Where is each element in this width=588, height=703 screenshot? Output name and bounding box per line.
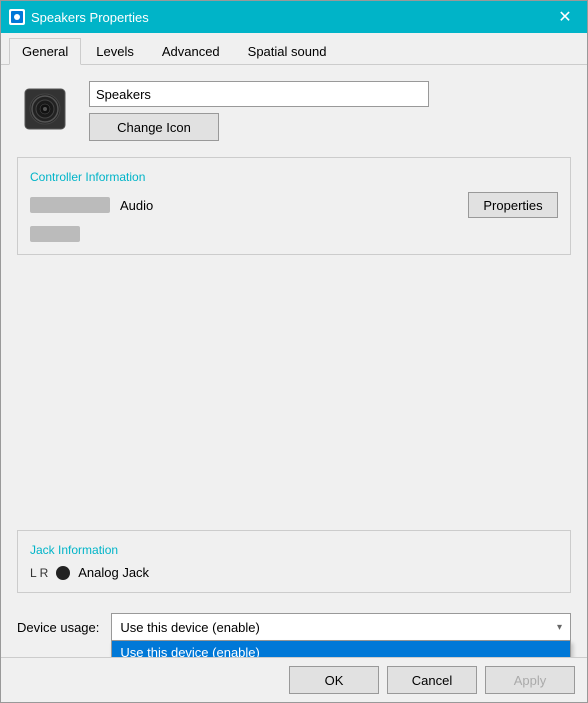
jack-lr-label: L R [30, 566, 48, 580]
properties-button[interactable]: Properties [468, 192, 558, 218]
device-name-input[interactable] [89, 81, 429, 107]
device-usage-label: Device usage: [17, 620, 99, 635]
device-usage-section: Device usage: Use this device (enable) ▾… [17, 605, 571, 641]
window-icon [9, 9, 25, 25]
ok-button[interactable]: OK [289, 666, 379, 694]
jack-info-section: Jack Information L R Analog Jack [17, 530, 571, 593]
audio-label: Audio [120, 198, 153, 213]
controller-left: Audio [30, 197, 153, 213]
jack-row: L R Analog Jack [30, 565, 558, 580]
tab-bar: General Levels Advanced Spatial sound [1, 33, 587, 65]
dropdown-option-enable[interactable]: Use this device (enable) [112, 641, 570, 657]
controller-info-section: Controller Information Audio Properties [17, 157, 571, 255]
close-button[interactable]: ✕ [551, 3, 579, 31]
dropdown-arrow-icon: ▾ [557, 622, 562, 633]
title-bar: Speakers Properties ✕ [1, 1, 587, 33]
device-usage-dropdown-menu: Use this device (enable) Don't use this … [111, 641, 571, 657]
device-icon [17, 81, 73, 137]
apply-button[interactable]: Apply [485, 666, 575, 694]
controller-bar-long [30, 197, 110, 213]
bottom-bar: OK Cancel Apply [1, 657, 587, 702]
content-area: Change Icon Controller Information Audio… [1, 65, 587, 657]
spacer-area [17, 267, 571, 530]
device-usage-dropdown[interactable]: Use this device (enable) ▾ [111, 613, 571, 641]
speakers-properties-window: Speakers Properties ✕ General Levels Adv… [0, 0, 588, 703]
device-header: Change Icon [17, 81, 571, 141]
tab-spatial-sound[interactable]: Spatial sound [235, 38, 340, 65]
change-icon-button[interactable]: Change Icon [89, 113, 219, 141]
jack-info-label: Jack Information [30, 543, 558, 557]
controller-bar-short [30, 226, 80, 242]
device-usage-dropdown-wrapper: Use this device (enable) ▾ Use this devi… [111, 613, 571, 641]
controller-info-label: Controller Information [30, 170, 558, 184]
device-usage-row: Device usage: Use this device (enable) ▾… [17, 613, 571, 641]
controller-row: Audio Properties [30, 192, 558, 218]
device-usage-selected: Use this device (enable) [120, 620, 259, 635]
tab-advanced[interactable]: Advanced [149, 38, 233, 65]
device-name-section: Change Icon [89, 81, 571, 141]
tab-general[interactable]: General [9, 38, 81, 65]
jack-dot [56, 566, 70, 580]
cancel-button[interactable]: Cancel [387, 666, 477, 694]
tab-levels[interactable]: Levels [83, 38, 147, 65]
jack-type-label: Analog Jack [78, 565, 149, 580]
window-title: Speakers Properties [31, 10, 551, 25]
